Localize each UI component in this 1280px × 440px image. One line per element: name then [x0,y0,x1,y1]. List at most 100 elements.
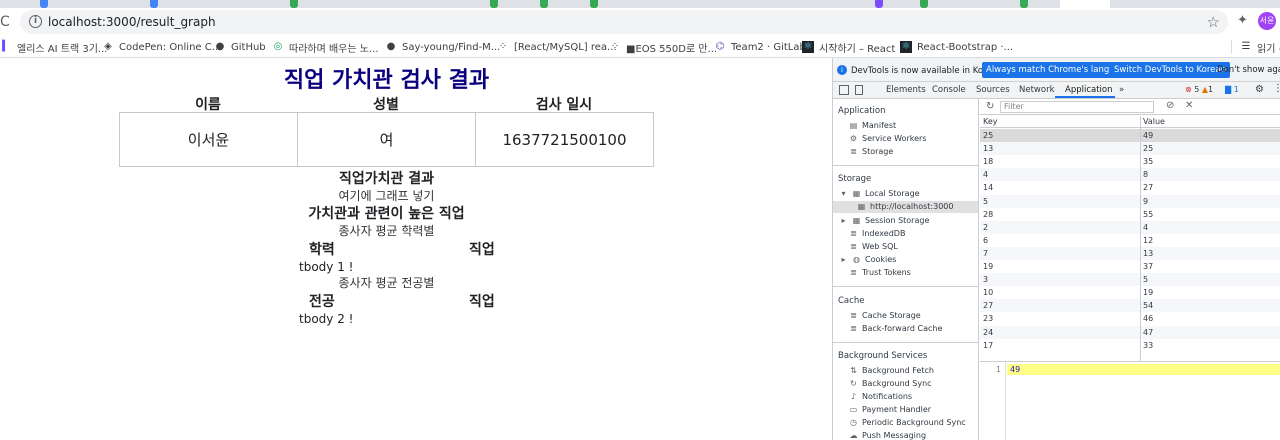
sidebar-item-payment-handler[interactable]: ▭ Payment Handler [849,405,931,414]
refresh-icon[interactable]: ↻ [986,101,994,112]
bookmark-item[interactable]: ◈ CodePen: Online C... [102,39,221,55]
sidebar-item-manifest[interactable]: ▤ Manifest [849,121,896,130]
active-tab[interactable] [1060,0,1110,8]
bookmark-item[interactable]: ● GitHub [214,39,266,55]
switch-korean-button[interactable]: Switch DevTools to Korean [1110,62,1230,78]
extensions-icon[interactable]: ✦ [1237,13,1248,28]
tab-application[interactable]: Application [1065,85,1113,95]
active-tab-indicator [1055,96,1115,98]
sidebar-item-cache-storage[interactable]: ≣ Cache Storage [849,311,921,320]
inspect-icon[interactable] [839,85,849,95]
sidebar-item-session-storage[interactable]: ▸ ▦ Session Storage [839,216,929,225]
sidebar-item-background-sync[interactable]: ↻ Background Sync [849,379,931,388]
table-row[interactable]: 23 46 [980,312,1280,325]
key-column-header[interactable]: Key [983,117,998,126]
table-row[interactable]: 19 37 [980,260,1280,273]
bootstrap-icon: ⚛ [900,41,912,53]
table-row[interactable]: 48 [980,168,1280,182]
dismiss-button[interactable]: Don't show again [1213,62,1280,78]
table-row[interactable]: 59 [980,194,1280,208]
tab-elements[interactable]: Elements [886,85,926,95]
tab-favicon[interactable] [540,0,548,8]
table-row[interactable]: 6 12 [980,234,1280,247]
info-table: 이서윤 여 1637721500100 [119,112,654,167]
tab-favicon[interactable] [490,0,498,8]
table-row[interactable]: 24 47 [980,325,1280,339]
table-row[interactable]: 25 49 [980,129,1280,143]
issues-badge[interactable]: ▇ 1 [1225,85,1239,94]
value-cell: 9 [1143,196,1149,206]
table-row[interactable]: 24 [980,220,1280,234]
cloud-icon: ☁ [849,431,858,440]
tab-favicon[interactable] [1020,0,1028,8]
sidebar-item-trust-tokens[interactable]: ≣ Trust Tokens [849,268,911,277]
sidebar-item-indexeddb[interactable]: ≣ IndexedDB [849,229,905,238]
table-row[interactable]: 35 [980,273,1280,287]
clear-all-icon[interactable]: ⊘ [1166,100,1174,111]
tab-favicon[interactable] [290,0,298,8]
value-cell: 13 [1143,248,1154,258]
bookmark-item[interactable]: ⚛ React-Bootstrap ·... [900,39,1013,55]
tab-favicon[interactable] [920,0,928,8]
sidebar-item-localhost[interactable]: ▦ http://localhost:3000 [857,202,954,211]
table-row[interactable]: 17 33 [980,339,1280,352]
bookmark-item[interactable]: ⚛ 시작하기 – React [802,39,895,55]
sidebar-item-storage[interactable]: ≣ Storage [849,147,893,156]
table-row[interactable]: 28 55 [980,208,1280,221]
tab-favicon[interactable] [40,0,48,8]
database-icon: ≣ [850,324,857,333]
tab-favicon[interactable] [150,0,158,8]
value-cell: 49 [1143,131,1154,140]
url-text[interactable]: localhost:3000/result_graph [48,15,216,29]
key-cell: 24 [983,327,994,337]
graph-placeholder: 여기에 그래프 넣기 [338,189,435,203]
sidebar-item-cookies[interactable]: ▸ ◍ Cookies [839,255,896,264]
address-bar[interactable]: i localhost:3000/result_graph ☆ [20,10,1228,34]
bookmark-item[interactable]: ⌬ Team2 · GitLab [714,39,806,55]
reload-icon[interactable]: C [0,14,10,30]
sidebar-item-local-storage[interactable]: ▾ ▦ Local Storage [839,189,919,198]
filter-input[interactable]: Filter [1000,101,1154,113]
tab-console[interactable]: Console [932,85,966,95]
table-row[interactable]: 7 13 [980,246,1280,260]
sidebar-item-notifications[interactable]: ♪ Notifications [849,392,912,401]
table-row[interactable]: 10 19 [980,286,1280,299]
key-cell: 23 [983,314,994,324]
sidebar-item-background-fetch[interactable]: ⇅ Background Fetch [849,366,934,375]
value-column-header[interactable]: Value [1143,117,1165,126]
sidebar-item-service-workers[interactable]: ⚙ Service Workers [849,134,927,143]
table-row[interactable]: 14 27 [980,181,1280,194]
menu-icon[interactable]: ⋮ [1273,83,1280,94]
bookmark-item[interactable]: ● Say-young/Find-M... [385,39,501,55]
bookmark-label: 시작하기 – React [819,43,896,55]
tab-favicon[interactable] [590,0,598,8]
sidebar-item-bfcache[interactable]: ≣ Back-forward Cache [849,324,942,333]
tab-favicon[interactable] [875,0,883,8]
application-header: Application [838,106,886,116]
value-cell: 5 [1143,275,1149,285]
table-row[interactable]: 13 25 [980,142,1280,156]
settings-icon[interactable]: ⚙ [1255,84,1264,95]
star-icon[interactable]: ☆ [1207,13,1220,31]
avatar[interactable]: 서윤 [1258,12,1276,30]
sidebar-item-websql[interactable]: ≣ Web SQL [849,242,898,251]
bookmark-item[interactable]: ▍ 엘리스 AI 트랙 3기... [0,39,107,55]
more-tabs-icon[interactable]: » [1119,85,1124,95]
bookmark-item[interactable]: ⁘ [React/MySQL] rea... [497,39,617,55]
job-col-header: 직업 [469,242,495,258]
sidebar-item-periodic-sync[interactable]: ◷ Periodic Background Sync [849,418,966,427]
reading-list[interactable]: ☰ 읽기 ‹ [1240,39,1280,55]
info-icon[interactable]: i [29,15,42,28]
sidebar-item-push-messaging[interactable]: ☁ Push Messaging [849,431,927,440]
reading-list-icon: ☰ [1241,41,1251,52]
bookmark-item[interactable]: ⁘ ■EOS 550D로 만... [609,39,717,55]
table-row[interactable]: 18 35 [980,155,1280,168]
error-badge[interactable]: ⊗ 5 ▲1 [1185,85,1213,94]
key-cell: 6 [983,235,989,245]
tab-sources[interactable]: Sources [976,85,1010,95]
tab-network[interactable]: Network [1019,85,1055,95]
bookmark-item[interactable]: ◎ 따라하며 배우는 노... [272,39,379,55]
delete-selected-icon[interactable]: ✕ [1185,100,1193,111]
table-row[interactable]: 27 54 [980,299,1280,313]
device-icon[interactable] [855,85,863,95]
